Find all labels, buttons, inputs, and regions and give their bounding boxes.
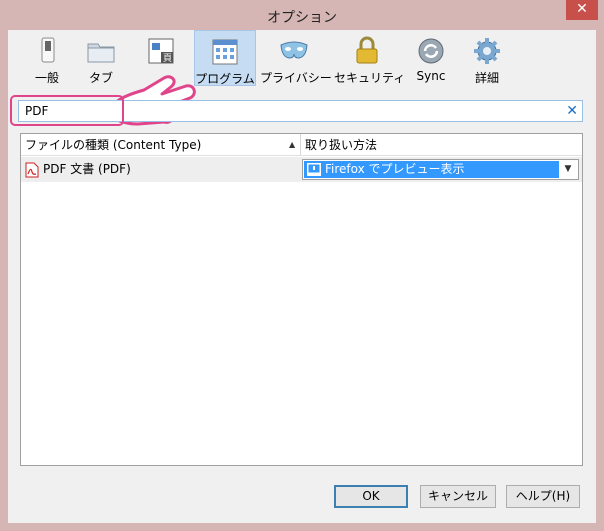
sync-arrows-icon bbox=[416, 36, 446, 66]
column-header-action[interactable]: 取り扱い方法 bbox=[301, 134, 582, 156]
applications-grid-icon bbox=[210, 37, 240, 67]
tab-advanced[interactable]: 詳細 bbox=[462, 30, 512, 86]
preview-icon bbox=[307, 163, 321, 176]
content-types-table: ファイルの種類 (Content Type) ▲ 取り扱い方法 PDF 文書 (… bbox=[20, 133, 583, 466]
tab-general[interactable]: 一般 bbox=[22, 30, 72, 86]
sort-ascending-icon: ▲ bbox=[289, 140, 296, 149]
window-title: オプション bbox=[267, 10, 337, 26]
cancel-button[interactable]: キャンセル bbox=[420, 485, 496, 508]
tab-security[interactable]: セキュリティ bbox=[334, 30, 405, 86]
table-row[interactable]: PDF 文書 (PDF) Firefox でプレビュー表示 ▼ bbox=[21, 157, 582, 182]
advanced-gear-icon bbox=[472, 36, 502, 66]
tab-privacy[interactable]: プライバシー bbox=[260, 30, 332, 86]
category-toolbar: 一般 タブ 頁 プログラム プライバシー セキュリティ Sync 詳細 bbox=[8, 30, 596, 88]
search-highlight-annotation bbox=[10, 95, 124, 126]
action-selected: Firefox でプレビュー表示 bbox=[304, 161, 559, 178]
privacy-mask-icon bbox=[279, 36, 309, 66]
column-header-type[interactable]: ファイルの種類 (Content Type) bbox=[21, 134, 300, 156]
row-type-cell: PDF 文書 (PDF) bbox=[25, 157, 131, 182]
chevron-down-icon[interactable]: ▼ bbox=[560, 161, 576, 178]
tab-sync[interactable]: Sync bbox=[406, 30, 456, 86]
clear-search-icon[interactable]: ✕ bbox=[566, 102, 578, 120]
help-button[interactable]: ヘルプ(H) bbox=[506, 485, 580, 508]
security-padlock-icon bbox=[352, 36, 382, 66]
options-dialog-content: 一般 タブ 頁 プログラム プライバシー セキュリティ Sync 詳細 PDF … bbox=[8, 30, 596, 523]
action-dropdown[interactable]: Firefox でプレビュー表示 ▼ bbox=[302, 159, 579, 180]
ok-button[interactable]: OK bbox=[334, 485, 408, 508]
close-button[interactable]: ✕ bbox=[566, 0, 598, 20]
general-switch-icon bbox=[32, 36, 62, 66]
pdf-file-icon bbox=[25, 162, 39, 178]
title-bar: オプション ✕ bbox=[0, 0, 604, 30]
